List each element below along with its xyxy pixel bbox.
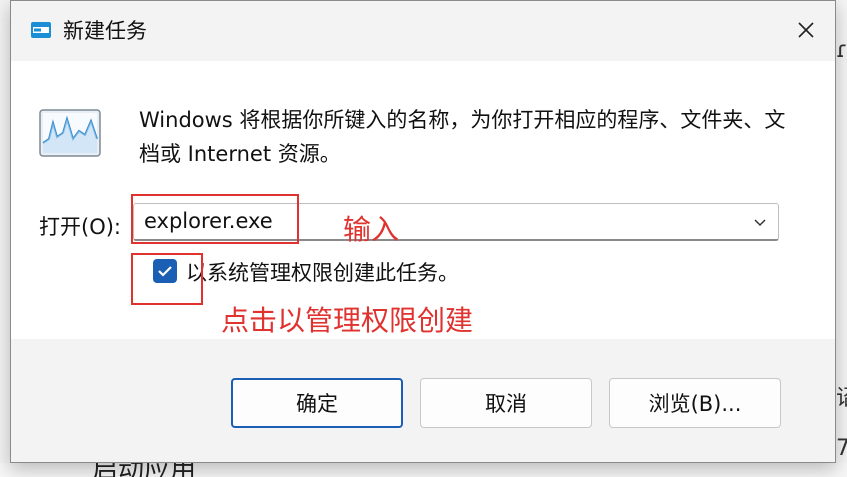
open-label: 打开(O): <box>39 215 121 239</box>
browse-button[interactable]: 浏览(B)... <box>609 378 781 428</box>
background-glyph: ɾ <box>836 38 847 63</box>
background-window-bottom: 启动应用 <box>0 463 847 477</box>
task-manager-run-icon <box>39 109 101 157</box>
input-annotation-text: 输入 <box>343 213 400 246</box>
input-annotation-box <box>131 194 299 244</box>
background-glyph: 诏 <box>836 380 847 412</box>
background-startup-apps-text: 启动应用 <box>92 463 196 477</box>
close-icon[interactable] <box>791 15 821 45</box>
background-glyph: 7 <box>836 436 847 461</box>
ok-button[interactable]: 确定 <box>231 378 403 428</box>
checkbox-annotation-text: 点击以管理权限创建 <box>221 304 474 337</box>
title-bar[interactable]: 新建任务 <box>11 1 835 61</box>
run-app-icon <box>31 22 51 38</box>
checkbox-annotation-box <box>131 253 203 305</box>
dialog-title: 新建任务 <box>63 19 147 43</box>
cancel-button[interactable]: 取消 <box>420 378 592 428</box>
dialog-description: Windows 将根据你所键入的名称，为你打开相应的程序、文件夹、文档或 Int… <box>139 108 786 166</box>
run-new-task-dialog: 新建任务 Windows 将根据你所键入的名称，为你打开相应的程序、文件夹、文档… <box>10 0 836 463</box>
admin-checkbox-label[interactable]: 以系统管理权限创建此任务。 <box>186 257 459 287</box>
chevron-down-icon[interactable] <box>752 214 768 230</box>
